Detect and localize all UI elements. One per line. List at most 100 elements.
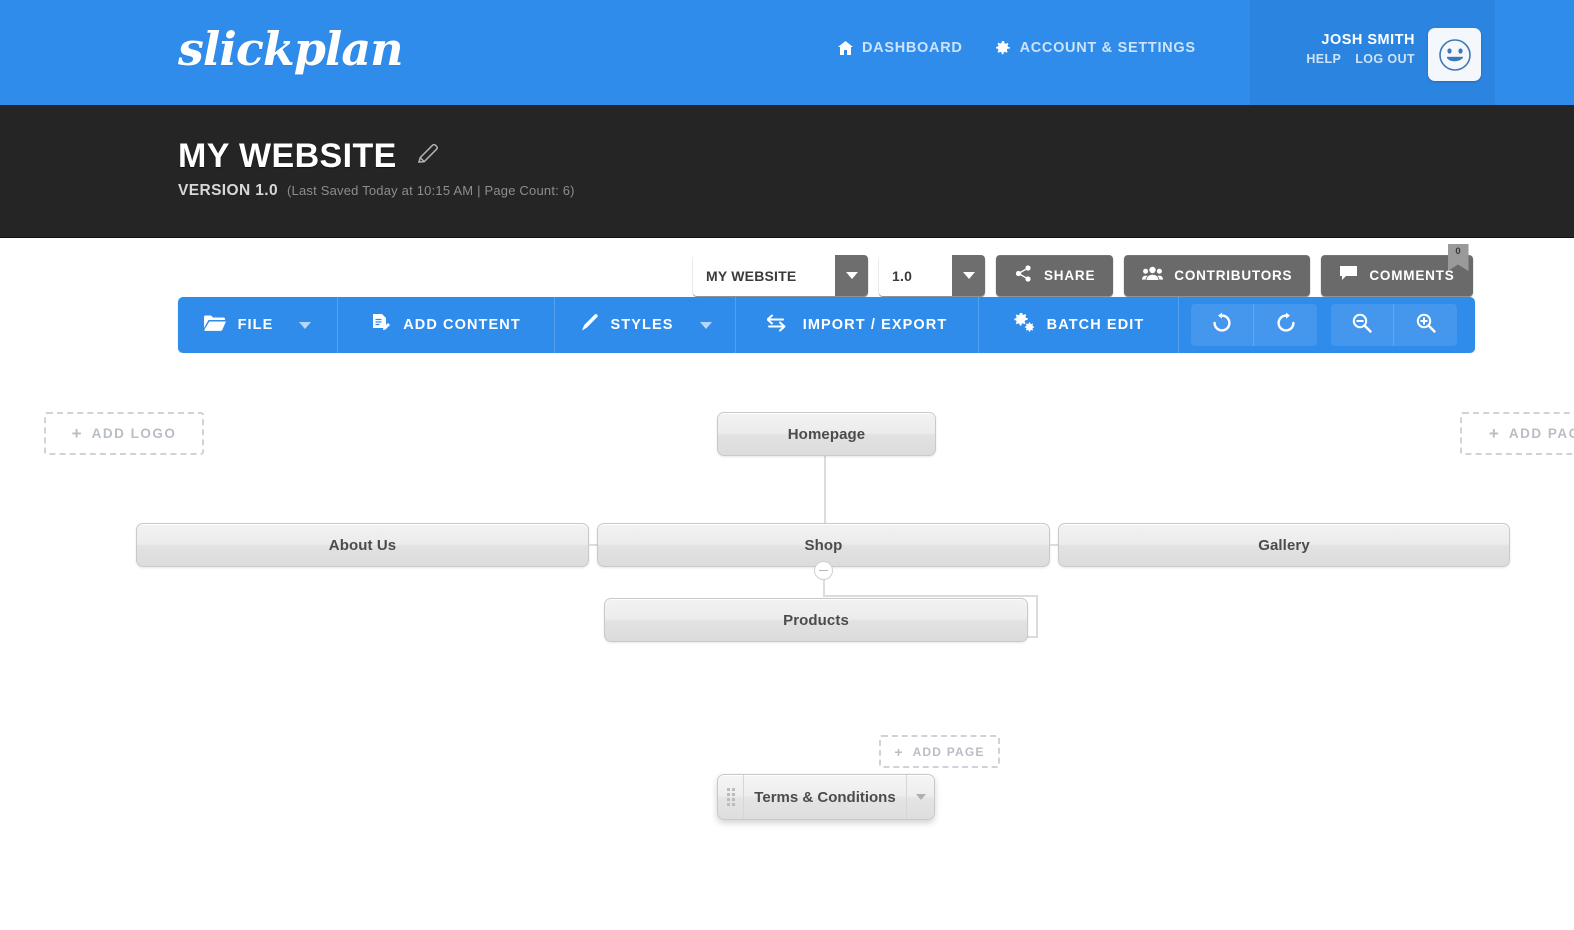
chevron-down-icon — [845, 272, 858, 279]
chevron-down-icon — [299, 321, 312, 329]
node-products[interactable]: Products — [604, 598, 1028, 642]
brush-icon — [579, 313, 599, 338]
zoom-in-button[interactable] — [1394, 304, 1457, 346]
top-header-bar: slickplan DASHBOARD ACCOUNT & SETTINGS J… — [0, 0, 1574, 105]
add-page-box-right[interactable]: + ADD PAGE — [1460, 412, 1574, 455]
nav-item-dashboard[interactable]: DASHBOARD — [838, 40, 963, 56]
avatar[interactable] — [1428, 28, 1481, 81]
undo-arrow-icon — [1211, 312, 1233, 339]
last-saved-meta: (Last Saved Today at 10:15 AM | Page Cou… — [287, 183, 575, 198]
site-select-value: MY WEBSITE — [693, 255, 835, 296]
nav-item-dashboard-label: DASHBOARD — [862, 40, 963, 56]
slickplan-logo[interactable]: slickplan — [178, 22, 404, 76]
node-about-us-label: About Us — [328, 536, 397, 554]
project-header-bar: MY WEBSITE VERSION 1.0 (Last Saved Today… — [0, 105, 1574, 296]
node-about-us[interactable]: About Us — [136, 523, 589, 567]
connector-shop-horizontal — [823, 595, 1038, 597]
node-shop-label: Shop — [804, 536, 843, 554]
user-name: JOSH SMITH — [1321, 32, 1415, 48]
plus-icon: + — [894, 743, 903, 760]
project-title-block: MY WEBSITE VERSION 1.0 (Last Saved Today… — [178, 138, 575, 200]
node-options-dropdown[interactable] — [906, 775, 934, 819]
add-page-drop-target[interactable]: + ADD PAGE — [879, 735, 1000, 768]
comments-button[interactable]: COMMENTS 0 — [1321, 244, 1473, 296]
node-homepage[interactable]: Homepage — [717, 412, 936, 456]
people-icon — [1142, 265, 1164, 286]
share-button[interactable]: SHARE — [996, 255, 1114, 296]
chevron-down-icon — [699, 321, 712, 329]
site-select-arrow[interactable] — [835, 255, 868, 296]
pencil-icon[interactable] — [415, 141, 441, 172]
undo-button[interactable] — [1191, 304, 1254, 346]
version-label: VERSION 1.0 — [178, 182, 279, 199]
toolbar-item-styles[interactable]: STYLES — [555, 297, 736, 353]
import-export-arrows-icon — [766, 314, 791, 337]
add-page-drop-label: ADD PAGE — [912, 744, 985, 759]
magnifier-minus-icon — [1351, 312, 1373, 339]
primary-navigation: DASHBOARD ACCOUNT & SETTINGS — [838, 40, 1196, 56]
connector-about-to-shop — [589, 544, 597, 546]
version-select-arrow[interactable] — [952, 255, 985, 296]
share-nodes-icon — [1014, 264, 1033, 288]
document-pencil-icon — [371, 313, 391, 338]
chevron-down-icon — [962, 272, 975, 279]
add-logo-box[interactable]: + ADD LOGO — [44, 412, 204, 455]
home-icon — [838, 41, 853, 55]
zoom-button-group — [1331, 304, 1457, 346]
toolbar-item-import-export[interactable]: IMPORT / EXPORT — [736, 297, 979, 353]
version-select-value: 1.0 — [879, 255, 952, 296]
node-terms-and-conditions-dragging[interactable]: Terms & Conditions — [717, 774, 935, 820]
toolbar-item-add-content-label: ADD CONTENT — [403, 317, 521, 333]
plus-icon: + — [71, 424, 82, 443]
comments-count-badge: 0 — [1447, 244, 1469, 271]
redo-arrow-icon — [1275, 312, 1297, 339]
nav-item-account-settings[interactable]: ACCOUNT & SETTINGS — [995, 40, 1196, 56]
node-terms-and-conditions-label: Terms & Conditions — [754, 788, 896, 806]
connector-shop-elbow-down — [1036, 595, 1038, 637]
minus-icon — [819, 569, 828, 572]
contributors-button-label: CONTRIBUTORS — [1174, 268, 1293, 283]
chevron-down-icon — [915, 794, 926, 800]
smiley-face-avatar-icon — [1438, 38, 1471, 71]
site-select[interactable]: MY WEBSITE — [693, 255, 868, 296]
history-button-group — [1191, 304, 1317, 346]
toolbar-item-batch-edit-label: BATCH EDIT — [1046, 317, 1145, 333]
gear-icon — [995, 40, 1011, 56]
project-controls: MY WEBSITE 1.0 SHARE CONTRIBUTORS COMMEN… — [693, 244, 1473, 296]
toolbar-item-import-export-label: IMPORT / EXPORT — [802, 317, 948, 333]
zoom-out-button[interactable] — [1331, 304, 1394, 346]
redo-button[interactable] — [1254, 304, 1317, 346]
slickplan-sitemap-editor: slickplan DASHBOARD ACCOUNT & SETTINGS J… — [0, 0, 1574, 930]
share-button-label: SHARE — [1044, 268, 1096, 283]
user-text-block: JOSH SMITH HELP LOG OUT — [1306, 28, 1415, 66]
add-page-label-right: ADD PAGE — [1508, 426, 1574, 441]
toolbar-item-styles-label: STYLES — [610, 317, 674, 333]
drag-handle-dots — [726, 788, 735, 806]
folder-icon — [203, 314, 226, 337]
gears-icon — [1013, 312, 1035, 338]
add-logo-label: ADD LOGO — [91, 426, 177, 441]
sitemap-canvas[interactable]: + ADD LOGO + ADD PAGE Homepage About Us … — [0, 353, 1574, 930]
drag-handle-icon[interactable] — [718, 775, 744, 819]
nav-item-account-settings-label: ACCOUNT & SETTINGS — [1019, 40, 1196, 56]
comments-button-label: COMMENTS — [1369, 268, 1455, 283]
contributors-button[interactable]: CONTRIBUTORS — [1124, 255, 1311, 296]
user-links: HELP LOG OUT — [1306, 52, 1415, 66]
toolbar-item-add-content[interactable]: ADD CONTENT — [338, 297, 555, 353]
toolbar-item-file-label: FILE — [237, 317, 274, 333]
node-products-label: Products — [783, 611, 849, 629]
help-link[interactable]: HELP — [1306, 52, 1341, 66]
node-gallery[interactable]: Gallery — [1058, 523, 1510, 567]
node-homepage-label: Homepage — [787, 425, 866, 443]
connector-shop-to-gallery — [1050, 544, 1058, 546]
user-menu: JOSH SMITH HELP LOG OUT — [1306, 28, 1481, 81]
logout-link[interactable]: LOG OUT — [1355, 52, 1415, 66]
toolbar-item-batch-edit[interactable]: BATCH EDIT — [979, 297, 1179, 353]
comment-bubble-icon — [1339, 265, 1358, 286]
node-gallery-label: Gallery — [1258, 536, 1310, 554]
page-title: MY WEBSITE — [178, 137, 397, 175]
plus-icon: + — [1488, 424, 1499, 443]
collapse-toggle-shop[interactable] — [814, 561, 833, 580]
toolbar-item-file[interactable]: FILE — [178, 297, 338, 353]
version-select[interactable]: 1.0 — [879, 255, 985, 296]
